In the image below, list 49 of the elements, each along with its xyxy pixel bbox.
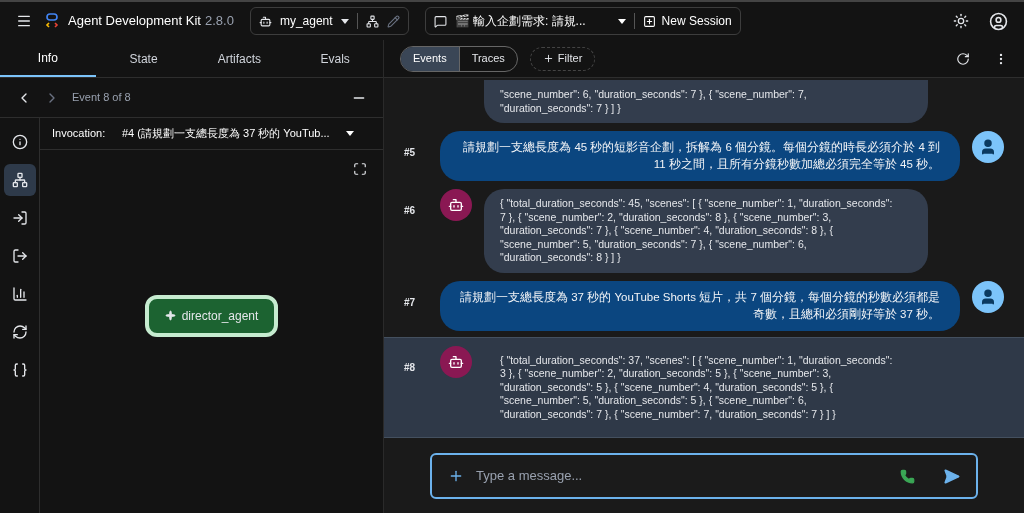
tab[interactable]: Artifacts <box>191 40 288 77</box>
caret-icon <box>340 18 349 24</box>
message-composer[interactable]: Type a message... <box>430 453 978 499</box>
caret-icon <box>617 18 626 24</box>
chat-icon <box>433 14 447 28</box>
caret-icon <box>345 131 354 136</box>
user-message[interactable]: 請規劃一支總長度為 37 秒的 YouTube Shorts 短片，共 7 個分鏡，每個分鏡的秒數必須都是奇數，且總和必須剛好等於 37 秒。 <box>440 280 960 331</box>
send-icon[interactable] <box>943 467 960 485</box>
user-avatar <box>972 280 1004 313</box>
logo-icon <box>44 13 60 29</box>
view-toggle[interactable]: Traces <box>458 46 517 71</box>
user-message[interactable]: 請規劃一支總長度為 45 秒的短影音企劃，拆解為 6 個分鏡。每個分鏡的時長必須介於 4 到 11 秒之間，且所有分鏡秒數加總必須完全等於 45 秒。 <box>440 131 960 181</box>
sparkle-icon <box>164 310 176 321</box>
refresh-icon[interactable] <box>956 51 970 66</box>
tab[interactable]: Info <box>0 40 96 77</box>
agent-message[interactable]: "scene_number": 6, "duration_seconds": 7 }, { "scene_number": 7, "duration_seconds": 7 } ] } <box>484 80 928 123</box>
add-icon <box>642 14 656 28</box>
app-title: Agent Development Kit <box>68 12 201 31</box>
fullscreen-icon[interactable] <box>353 162 367 176</box>
session-selector[interactable]: 🎬 輸入企劃需求: 請規... <box>454 12 626 30</box>
event-counter: Event 8 of 8 <box>72 90 131 106</box>
event-number: #6 <box>404 205 416 216</box>
tab[interactable]: State <box>95 40 192 77</box>
event-number: #5 <box>404 147 416 158</box>
hierarchy-icon[interactable] <box>3 164 36 196</box>
bot-avatar <box>440 345 472 378</box>
message-input[interactable]: Type a message... <box>476 466 888 486</box>
agent-node[interactable]: director_agent <box>144 294 279 337</box>
phone-icon[interactable] <box>900 468 915 484</box>
attach-icon[interactable] <box>448 468 464 484</box>
event-number: #7 <box>404 296 416 308</box>
invocation-selector[interactable]: #4 (請規劃一支總長度為 37 秒的 YouTub... <box>122 125 354 142</box>
agent-message[interactable]: { "total_duration_seconds": 37, "scenes": [ { "scene_number": 1, "duration_seconds": 3 }, { "scene_number": 2, "duration_seconds": 5 }, { "scene_number": 3, "duration_seconds": 5 }, { "scene_number": 4, "duration_seconds": 5 }, { "scene_number": 5, "duration_seconds": 5 }, { "scene_number": 6, "duration_seconds": 7 }, { "scene_number": 7, "duration_seconds": 7 } ] } <box>484 345 928 429</box>
bot-icon <box>258 14 272 28</box>
agent-message[interactable]: { "total_duration_seconds": 45, "scenes": [ { "scene_number": 1, "duration_seconds": 7 }, { "scene_number": 2, "duration_seconds": 8 }, { "scene_number": 3, "duration_seconds": 7 }, { "scene_number": 4, "duration_seconds": 8 }, { "scene_number": 5, "duration_seconds": 7 }, { "scene_number": 6, "duration_seconds": 8 } ] } <box>484 189 928 273</box>
event-number: #8 <box>404 361 416 373</box>
tab[interactable]: Evals <box>287 40 383 77</box>
theme-icon[interactable] <box>953 13 969 29</box>
user-avatar <box>972 131 1004 163</box>
plus-icon <box>542 53 554 64</box>
hierarchy-icon[interactable] <box>365 14 379 28</box>
account-icon[interactable] <box>989 11 1008 31</box>
new-session-button[interactable]: New Session <box>642 12 732 30</box>
bot-avatar <box>440 189 472 221</box>
agent-selector[interactable]: my_agent <box>249 7 409 35</box>
view-toggle[interactable]: Events <box>401 46 459 71</box>
invocation-label: Invocation: <box>52 126 107 142</box>
pencil-icon[interactable] <box>386 14 400 28</box>
app-version: 2.8.0 <box>204 12 234 31</box>
